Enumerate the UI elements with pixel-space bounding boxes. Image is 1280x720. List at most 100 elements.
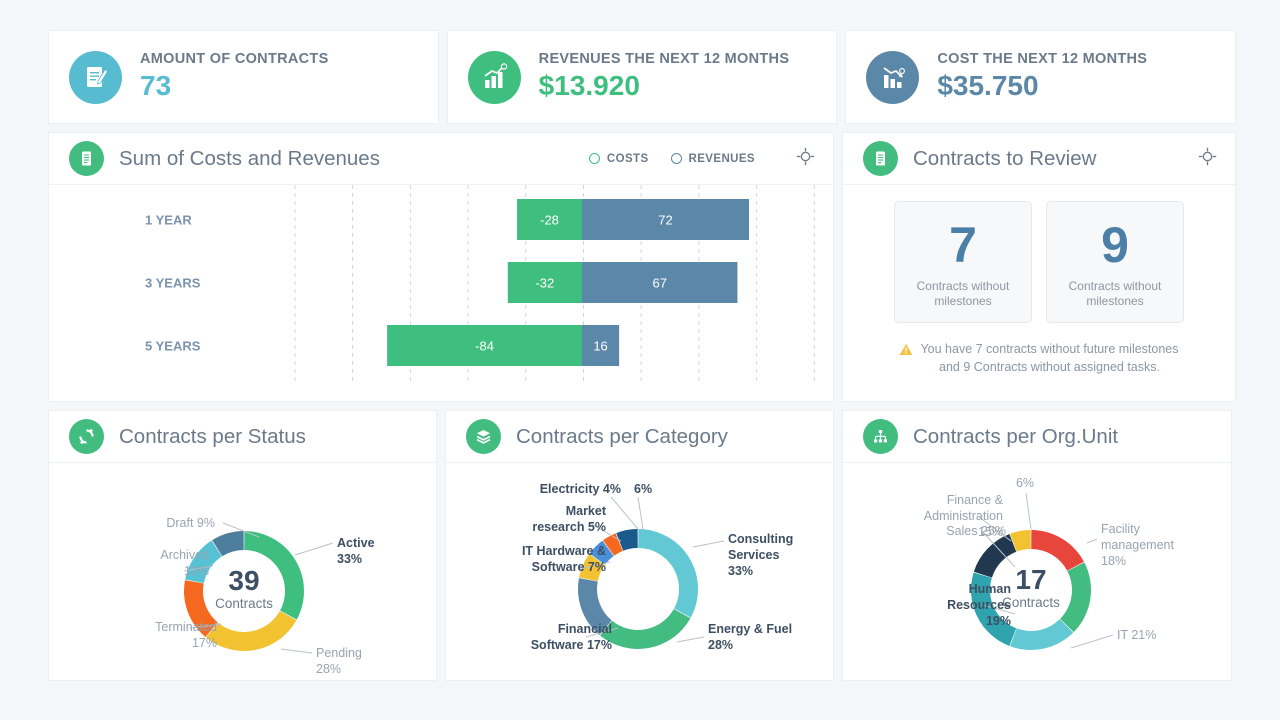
donut-slice-label: 19% xyxy=(986,614,1011,628)
panel-header: Contracts per Category xyxy=(446,411,833,463)
kpi-title: AMOUNT OF CONTRACTS xyxy=(140,50,329,67)
donut-leader-line xyxy=(294,542,334,556)
kpi-card-cost-next-12-months[interactable]: COST THE NEXT 12 MONTHS $35.750 xyxy=(845,30,1237,124)
donut-slice-label: 6% xyxy=(634,482,652,496)
donut-slice-label: 28% xyxy=(316,662,341,676)
review-caption: Contracts without milestones xyxy=(1068,278,1162,308)
bar-value-label: 72 xyxy=(658,213,672,228)
donut-slice-label: Archived xyxy=(160,548,209,562)
donut-leader-line xyxy=(692,540,725,548)
review-warning-text: You have 7 contracts without future mile… xyxy=(920,341,1178,376)
legend-item-costs[interactable]: COSTS xyxy=(588,152,649,165)
donut-slice-label: Electricity 4% xyxy=(540,482,621,496)
legend-label: COSTS xyxy=(606,152,649,165)
donut-slice-label: Terminated xyxy=(155,620,217,634)
kpi-card-amount-of-contracts[interactable]: AMOUNT OF CONTRACTS 73 xyxy=(48,30,439,124)
donut-chart-category[interactable]: Consulting Services 33% Energy & Fuel 28% Fin… xyxy=(446,463,835,680)
bar-category-label: 1 YEAR xyxy=(145,213,192,228)
kpi-card-revenues-next-12-months[interactable]: REVENUES THE NEXT 12 MONTHS $13.920 xyxy=(446,30,838,124)
donut-leader-line xyxy=(676,636,705,643)
panel-header: Sum of Costs and Revenues COSTS REVENUES xyxy=(49,133,833,185)
panel-header: Contracts per Org.Unit xyxy=(843,411,1231,463)
donut-slice-label: Energy & Fuel xyxy=(708,622,792,636)
donut-slice-label: 28% xyxy=(708,638,733,652)
org-hierarchy-icon xyxy=(863,419,898,454)
donut-segment[interactable] xyxy=(1010,619,1074,650)
donut-leader-line xyxy=(280,648,313,654)
bar-category-label: 5 YEARS xyxy=(145,339,201,354)
donut-center-value: 39 xyxy=(228,565,259,596)
review-value: 9 xyxy=(1101,216,1129,273)
kpi-text: REVENUES THE NEXT 12 MONTHS $13.920 xyxy=(538,50,790,102)
third-row: Contracts per Status 39 Contracts Active 33… xyxy=(48,410,1236,681)
panel-header: Contracts per Status xyxy=(49,411,436,463)
donut-slice-label: management xyxy=(1101,538,1174,552)
donut-slice-label: Administration xyxy=(924,509,1003,523)
bar-value-label: 16 xyxy=(593,339,607,354)
refresh-cycle-icon xyxy=(69,419,104,454)
review-box-without-milestones-9[interactable]: 9 Contracts without milestones xyxy=(1046,201,1184,323)
diverging-bar-chart[interactable]: 1 YEAR -28 72 3 YEARS -32 67 5 YEARS -84 16 xyxy=(49,185,835,401)
panel-contracts-per-status: Contracts per Status 39 Contracts Active 33… xyxy=(48,410,437,681)
donut-slice-label: 17% xyxy=(192,636,217,650)
donut-slice-label: Facility xyxy=(1101,522,1141,536)
review-value: 7 xyxy=(949,216,977,273)
donut-segment[interactable] xyxy=(638,529,698,618)
donut-body: 39 Contracts Active 33% Pending 28% Terminated… xyxy=(49,463,436,680)
donut-slice-label: IT 21% xyxy=(1117,628,1156,642)
bar-value-label: -32 xyxy=(535,276,554,291)
donut-slice-label: 15% xyxy=(978,525,1003,539)
document-list-icon xyxy=(69,141,104,176)
panel-contracts-to-review: Contracts to Review 7 Contracts without … xyxy=(842,132,1236,402)
target-icon[interactable] xyxy=(1198,147,1217,171)
warning-triangle-icon xyxy=(899,343,913,376)
donut-center-value: 17 xyxy=(1015,564,1046,595)
donut-slice-label: Active xyxy=(337,536,375,550)
document-list-icon xyxy=(863,141,898,176)
donut-slice-label: Finance & xyxy=(947,493,1004,507)
kpi-row: AMOUNT OF CONTRACTS 73 REVENUES THE NEXT… xyxy=(48,30,1237,124)
kpi-value: $13.920 xyxy=(538,69,640,101)
kpi-value: $35.750 xyxy=(937,69,1039,101)
legend-marker-revenues xyxy=(670,153,682,164)
review-warning: You have 7 contracts without future mile… xyxy=(863,341,1215,376)
donut-slice-label: Resources xyxy=(947,598,1011,612)
kpi-value: 73 xyxy=(140,69,172,101)
donut-slice-label: 18% xyxy=(1101,554,1126,568)
panel-title: Contracts per Org.Unit xyxy=(913,424,1119,448)
donut-slice-label: Consulting xyxy=(728,532,793,546)
donut-segment[interactable] xyxy=(206,610,297,651)
legend-item-revenues[interactable]: REVENUES xyxy=(670,153,755,165)
donut-chart-status[interactable]: 39Contracts Active 33% Pending 28% Terminated… xyxy=(49,463,438,680)
panel-title: Contracts per Category xyxy=(516,424,728,448)
donut-leader-line xyxy=(1086,538,1098,544)
review-box-without-milestones-7[interactable]: 7 Contracts without milestones xyxy=(894,201,1032,323)
kpi-title: REVENUES THE NEXT 12 MONTHS xyxy=(538,50,790,67)
donut-chart-org-unit[interactable]: 17ContractsFacilitymanagement18%IT 21%Hu… xyxy=(843,463,1233,680)
donut-slice-label: 6% xyxy=(1016,476,1034,490)
revenue-chart-icon xyxy=(467,50,521,104)
donut-segment[interactable] xyxy=(1060,562,1091,633)
bar-category-label: 3 YEARS xyxy=(145,276,201,291)
chart-legend: COSTS REVENUES xyxy=(588,152,755,165)
donut-slice-label: Pending xyxy=(316,646,362,660)
donut-slice-label: IT Hardware & xyxy=(522,544,606,558)
target-icon[interactable] xyxy=(796,147,815,171)
dashboard-page: AMOUNT OF CONTRACTS 73 REVENUES THE NEXT… xyxy=(0,0,1280,720)
donut-slice-label: Draft 9% xyxy=(166,516,215,530)
panel-title: Contracts to Review xyxy=(913,146,1097,170)
donut-slice-label: Services xyxy=(728,548,779,562)
review-body: 7 Contracts without milestones 9 Contrac… xyxy=(843,185,1235,401)
donut-slice-label: Software 17% xyxy=(531,638,612,652)
donut-leader-line xyxy=(1070,634,1114,649)
donut-slice-label: 13% xyxy=(184,564,209,578)
panel-title: Sum of Costs and Revenues xyxy=(119,146,380,170)
bar-chart-body: 1 YEAR -28 72 3 YEARS -32 67 5 YEARS -84 16 xyxy=(49,185,833,401)
layers-icon xyxy=(466,419,501,454)
donut-leader-line xyxy=(610,496,639,530)
panel-contracts-per-org-unit: Contracts per Org.Unit 17 Contracts Facili… xyxy=(842,410,1232,681)
second-row: Sum of Costs and Revenues COSTS REVENUES xyxy=(48,132,1236,402)
donut-slice-label: Human xyxy=(969,582,1011,596)
donut-center-label: Contracts xyxy=(215,596,273,611)
donut-slice-label: 33% xyxy=(337,552,362,566)
